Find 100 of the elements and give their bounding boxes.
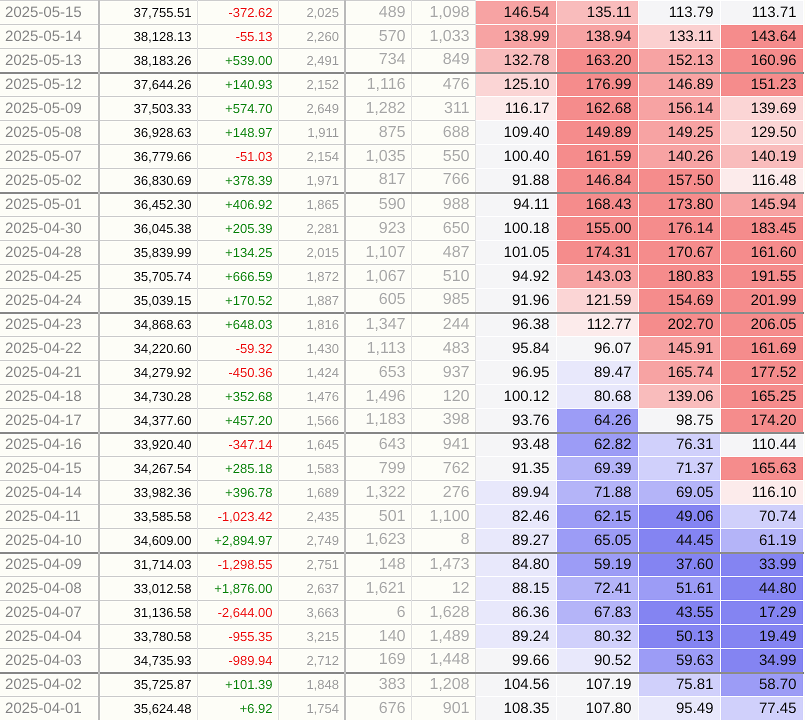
date-cell: 2025-05-12 (0, 72, 99, 96)
date-cell: 2025-05-09 (0, 96, 99, 120)
change-cell: -372.62 (197, 0, 278, 24)
heat-cell: 161.69 (720, 336, 803, 360)
table-cell: 35,039.15 (99, 288, 197, 312)
heat-cell: 59.19 (556, 552, 638, 576)
date-cell: 2025-04-04 (0, 624, 99, 648)
date-cell: 2025-05-02 (0, 168, 99, 192)
heat-cell: 146.89 (638, 72, 720, 96)
change-cell: -2,644.00 (197, 600, 278, 624)
heat-cell: 174.20 (720, 408, 803, 432)
table-cell: 37,644.26 (99, 72, 197, 96)
table-cell: 1,033 (411, 24, 475, 48)
table-cell: 1,448 (411, 648, 475, 672)
table-cell: 590 (345, 192, 411, 216)
heat-cell: 138.94 (556, 24, 638, 48)
heat-cell: 67.83 (556, 600, 638, 624)
change-cell: +666.59 (197, 264, 278, 288)
table-cell: 1,100 (411, 504, 475, 528)
heat-cell: 145.94 (720, 192, 803, 216)
heat-cell: 201.99 (720, 288, 803, 312)
table-cell: 1,628 (411, 600, 475, 624)
table-cell: 2,435 (278, 504, 345, 528)
heat-cell: 100.40 (475, 144, 556, 168)
heat-cell: 77.45 (720, 696, 803, 720)
table-cell: 1,621 (345, 576, 411, 600)
heat-cell: 44.45 (638, 528, 720, 552)
table-cell: 34,735.93 (99, 648, 197, 672)
table-cell: 2,491 (278, 48, 345, 72)
table-cell: 1,107 (345, 240, 411, 264)
change-cell: -955.35 (197, 624, 278, 648)
table-cell: 766 (411, 168, 475, 192)
heat-cell: 76.31 (638, 432, 720, 456)
table-cell: 643 (345, 432, 411, 456)
table-cell: 1,911 (278, 120, 345, 144)
table-cell: 31,714.03 (99, 552, 197, 576)
date-cell: 2025-04-28 (0, 240, 99, 264)
date-cell: 2025-04-02 (0, 672, 99, 696)
change-cell: -55.13 (197, 24, 278, 48)
heat-cell: 96.95 (475, 360, 556, 384)
table-cell: 34,279.92 (99, 360, 197, 384)
table-cell: 35,839.99 (99, 240, 197, 264)
heat-cell: 17.29 (720, 600, 803, 624)
heat-cell: 183.45 (720, 216, 803, 240)
heat-cell: 94.11 (475, 192, 556, 216)
date-cell: 2025-04-22 (0, 336, 99, 360)
change-cell: +101.39 (197, 672, 278, 696)
heat-cell: 91.96 (475, 288, 556, 312)
table-cell: 901 (411, 696, 475, 720)
heat-cell: 64.26 (556, 408, 638, 432)
heat-cell: 149.89 (556, 120, 638, 144)
table-cell: 33,585.58 (99, 504, 197, 528)
heat-cell: 143.64 (720, 24, 803, 48)
table-cell: 35,725.87 (99, 672, 197, 696)
heat-cell: 98.75 (638, 408, 720, 432)
heat-cell: 107.80 (556, 696, 638, 720)
table-cell: 650 (411, 216, 475, 240)
change-cell: +140.93 (197, 72, 278, 96)
heat-cell: 50.13 (638, 624, 720, 648)
change-cell: +378.39 (197, 168, 278, 192)
heat-cell: 65.05 (556, 528, 638, 552)
table-cell: 34,220.60 (99, 336, 197, 360)
table-cell: 2,025 (278, 0, 345, 24)
change-cell: -989.94 (197, 648, 278, 672)
table-cell: 2,637 (278, 576, 345, 600)
heat-cell: 176.14 (638, 216, 720, 240)
table-cell: 34,730.28 (99, 384, 197, 408)
heat-cell: 163.20 (556, 48, 638, 72)
heat-cell: 151.23 (720, 72, 803, 96)
heat-cell: 110.44 (720, 432, 803, 456)
heat-cell: 132.78 (475, 48, 556, 72)
date-cell: 2025-04-15 (0, 456, 99, 480)
date-cell: 2025-04-25 (0, 264, 99, 288)
table-cell: 36,045.38 (99, 216, 197, 240)
table-cell: 1,208 (411, 672, 475, 696)
table-cell: 38,128.13 (99, 24, 197, 48)
heat-cell: 100.12 (475, 384, 556, 408)
table-cell: 489 (345, 0, 411, 24)
heat-cell: 109.40 (475, 120, 556, 144)
heat-cell: 33.99 (720, 552, 803, 576)
table-cell: 550 (411, 144, 475, 168)
table-cell: 501 (345, 504, 411, 528)
heat-cell: 100.18 (475, 216, 556, 240)
table-cell: 1,583 (278, 456, 345, 480)
heat-cell: 116.48 (720, 168, 803, 192)
change-cell: +2,894.97 (197, 528, 278, 552)
table-cell: 762 (411, 456, 475, 480)
table-cell: 169 (345, 648, 411, 672)
heat-cell: 139.69 (720, 96, 803, 120)
heat-cell: 177.52 (720, 360, 803, 384)
table-cell: 2,154 (278, 144, 345, 168)
table-cell: 734 (345, 48, 411, 72)
table-cell: 1,347 (345, 312, 411, 336)
table-cell: 1,282 (345, 96, 411, 120)
change-cell: +148.97 (197, 120, 278, 144)
table-cell: 120 (411, 384, 475, 408)
heat-cell: 116.17 (475, 96, 556, 120)
table-cell: 34,267.54 (99, 456, 197, 480)
table-cell: 36,928.63 (99, 120, 197, 144)
change-cell: +574.70 (197, 96, 278, 120)
